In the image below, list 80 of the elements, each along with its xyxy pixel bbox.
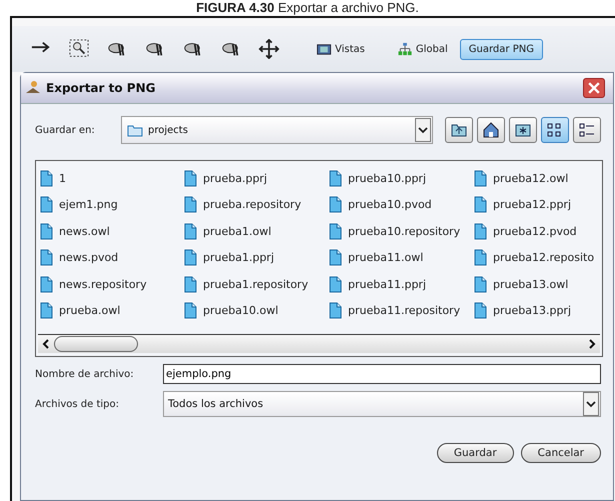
folder-icon (127, 123, 143, 137)
file-item[interactable]: prueba12.pprj (474, 192, 602, 218)
file-icon (329, 276, 342, 293)
file-icon (184, 170, 197, 187)
file-type-dropdown[interactable]: Todos los archivos (163, 391, 601, 417)
file-item[interactable]: prueba.pprj (184, 165, 329, 192)
toolbar-button[interactable] (541, 117, 569, 143)
hierarchy-icon (396, 42, 413, 56)
toolbar-button[interactable] (509, 117, 537, 143)
file-item[interactable]: news.owl (40, 218, 184, 244)
file-icon (40, 196, 53, 214)
file-icon (40, 276, 53, 293)
file-icon (474, 222, 487, 240)
file-item[interactable]: prueba10.repository (329, 218, 474, 244)
file-icon (184, 249, 197, 266)
file-name-field[interactable]: ejemplo.png (163, 364, 601, 384)
file-icon (184, 196, 197, 214)
file-item[interactable]: prueba1.pprj (184, 244, 329, 271)
file-icon (329, 249, 342, 266)
file-item[interactable]: prueba12.reposito (474, 244, 602, 271)
file-icon (474, 276, 487, 293)
field-label: Archivos de tipo: (35, 398, 120, 410)
file-item[interactable]: prueba13.pprj (474, 298, 602, 324)
file-item[interactable]: prueba12.pvod (474, 218, 602, 244)
file-icon (474, 302, 487, 320)
file-icon (329, 170, 342, 187)
dialog-button[interactable]: Guardar (436, 443, 514, 463)
file-icon (40, 222, 53, 240)
file-icon (40, 302, 53, 320)
toolbar-button[interactable] (477, 117, 505, 143)
field-label: Nombre de archivo: (35, 368, 135, 380)
folder-dropdown[interactable]: projects (121, 116, 433, 144)
file-item[interactable]: prueba12.owl (474, 165, 602, 192)
zoom-icon[interactable] (68, 39, 90, 59)
file-item[interactable]: prueba10.pvod (329, 192, 474, 218)
window-title: Exportar to PNG (46, 81, 156, 95)
dialog-button[interactable]: Cancelar (520, 443, 601, 463)
file-item[interactable]: prueba11.pprj (329, 271, 474, 298)
scroll-thumb[interactable] (54, 336, 138, 352)
file-icon (40, 249, 53, 266)
file-item[interactable]: prueba1.repository (184, 271, 329, 298)
close-button[interactable] (583, 78, 605, 98)
file-item[interactable]: prueba13.owl (474, 271, 602, 298)
field-label: Guardar en: (35, 124, 96, 136)
scroll-right-icon[interactable] (587, 339, 597, 349)
file-item[interactable]: prueba11.repository (329, 298, 474, 324)
toolbar-button[interactable]: Guardar PNG (460, 38, 543, 60)
file-item[interactable]: prueba.repository (184, 192, 329, 218)
file-icon (329, 302, 342, 320)
details-view-icon (578, 121, 596, 139)
file-item[interactable]: prueba1.owl (184, 218, 329, 244)
file-icon (40, 170, 53, 187)
file-item[interactable]: prueba10.owl (184, 298, 329, 324)
window-icon (316, 42, 332, 56)
toolbar-button[interactable]: Vistas (310, 38, 371, 60)
file-item[interactable]: prueba11.owl (329, 244, 474, 271)
close-icon (588, 82, 600, 94)
file-icon (184, 222, 197, 240)
scroll-left-icon[interactable] (41, 339, 51, 349)
file-item[interactable]: prueba.owl (40, 298, 184, 324)
file-icon (329, 196, 342, 214)
file-icon (184, 302, 197, 320)
file-item[interactable]: 1 (40, 165, 184, 192)
file-item[interactable]: news.pvod (40, 244, 184, 271)
toolbar-button[interactable] (573, 117, 601, 143)
file-item[interactable]: news.repository (40, 271, 184, 298)
toolbar-button[interactable]: Global (390, 38, 454, 60)
file-icon (329, 222, 342, 240)
file-icon (474, 196, 487, 214)
figure-caption: FIGURA 4.30 Exportar a archivo PNG. (196, 0, 419, 15)
file-icon (474, 170, 487, 187)
file-item[interactable]: prueba10.pprj (329, 165, 474, 192)
horizontal-scrollbar[interactable] (38, 334, 600, 353)
file-icon (184, 276, 197, 293)
app-icon (25, 80, 41, 96)
move-icon[interactable] (258, 39, 280, 59)
file-item[interactable]: ejem1.png (40, 192, 184, 218)
home-icon (482, 121, 500, 139)
file-icon (474, 249, 487, 266)
toolbar-button[interactable] (445, 117, 473, 143)
